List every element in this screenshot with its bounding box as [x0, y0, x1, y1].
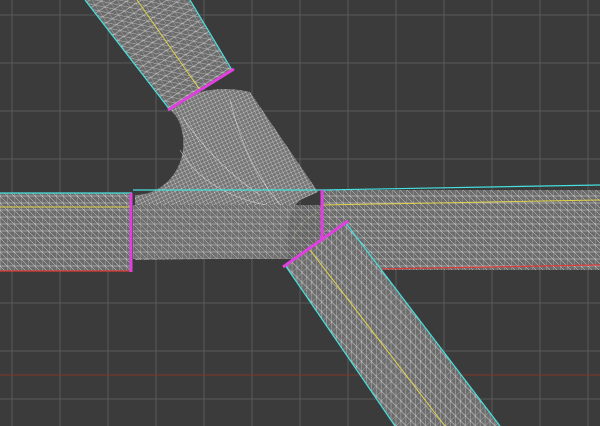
editor-viewport[interactable]: [0, 0, 600, 426]
road-network-scene[interactable]: [0, 0, 600, 426]
road-west[interactable]: [0, 192, 133, 272]
